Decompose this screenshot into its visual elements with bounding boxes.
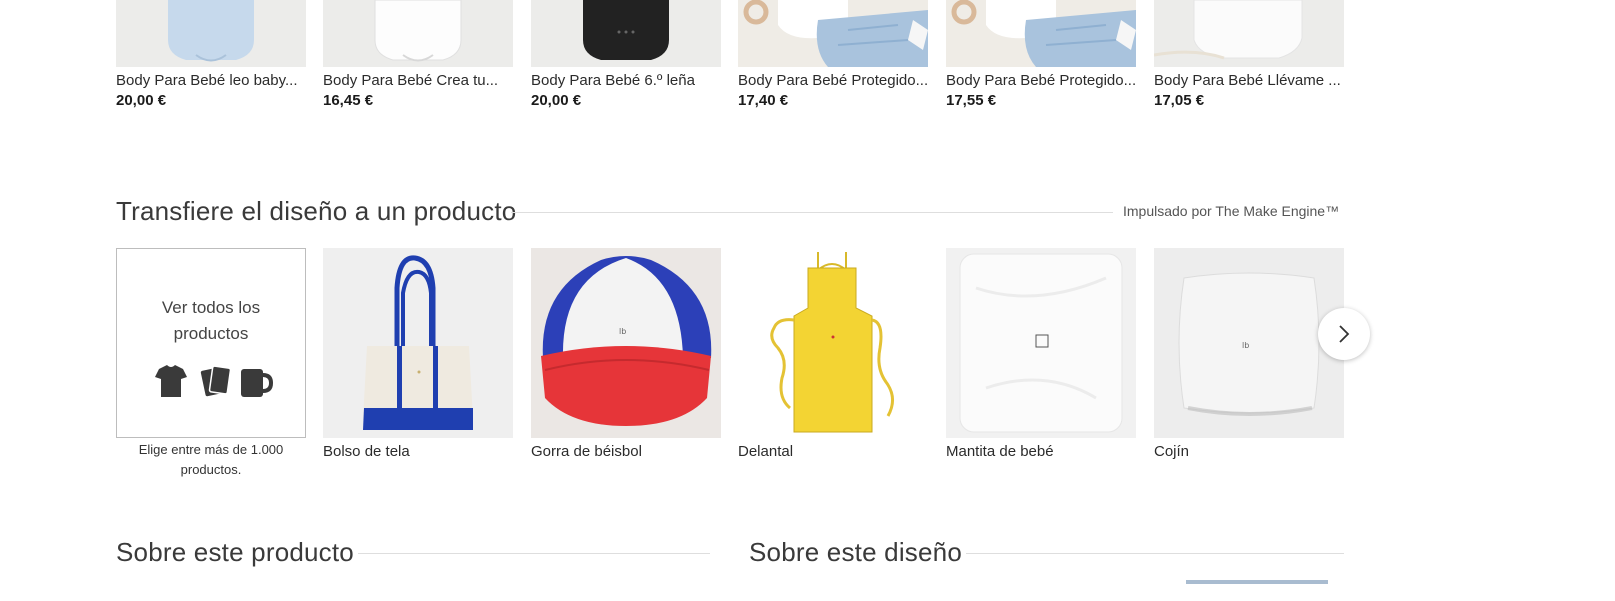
tote-bag-thumbnail[interactable] bbox=[323, 248, 513, 438]
product-title[interactable]: Body Para Bebé Llévame ... bbox=[1154, 72, 1344, 89]
about-product-heading: Sobre este producto bbox=[116, 537, 354, 567]
product-thumbnail[interactable] bbox=[1154, 0, 1344, 67]
product-price: 20,00 € bbox=[116, 92, 167, 109]
product-label[interactable]: Cojín bbox=[1154, 443, 1189, 460]
apron-thumbnail[interactable] bbox=[738, 248, 928, 438]
about-design-heading: Sobre este diseño bbox=[749, 537, 962, 567]
section-divider bbox=[511, 212, 1113, 213]
svg-text:lb: lb bbox=[1242, 341, 1249, 350]
pillow-thumbnail[interactable]: lb bbox=[1154, 248, 1344, 438]
product-price: 17,40 € bbox=[738, 92, 789, 109]
product-label[interactable]: Bolso de tela bbox=[323, 443, 410, 460]
carousel-next-button[interactable] bbox=[1318, 308, 1370, 360]
product-title[interactable]: Body Para Bebé Protegido... bbox=[738, 72, 928, 89]
product-thumbnail[interactable] bbox=[946, 0, 1136, 67]
product-types-icons bbox=[155, 365, 273, 397]
product-title[interactable]: Body Para Bebé leo baby... bbox=[116, 72, 306, 89]
section-divider bbox=[358, 553, 710, 554]
see-all-products-caption: Elige entre más de 1.000 productos. bbox=[138, 442, 284, 477]
product-label[interactable]: Delantal bbox=[738, 443, 793, 460]
see-all-products-label: Ver todos los productos bbox=[161, 298, 261, 343]
product-thumbnail[interactable] bbox=[738, 0, 928, 67]
product-price: 17,55 € bbox=[946, 92, 997, 109]
section-divider bbox=[966, 553, 1344, 554]
tshirt-icon bbox=[155, 365, 187, 397]
design-preview-edge bbox=[1186, 580, 1328, 584]
svg-text:lb: lb bbox=[619, 327, 626, 336]
transfer-section-heading: Transfiere el diseño a un producto bbox=[116, 196, 517, 226]
cap-thumbnail[interactable]: lb bbox=[531, 248, 721, 438]
see-all-products-card[interactable]: Ver todos los productos bbox=[116, 248, 306, 438]
product-price: 17,05 € bbox=[1154, 92, 1205, 109]
cards-icon bbox=[200, 365, 232, 397]
product-price: 16,45 € bbox=[323, 92, 374, 109]
product-title[interactable]: Body Para Bebé Crea tu... bbox=[323, 72, 513, 89]
powered-by-text[interactable]: Impulsado por The Make Engine™ bbox=[1123, 203, 1339, 219]
product-label[interactable]: Gorra de béisbol bbox=[531, 443, 642, 460]
product-price: 20,00 € bbox=[531, 92, 582, 109]
product-thumbnail[interactable] bbox=[323, 0, 513, 67]
mug-icon bbox=[241, 369, 273, 397]
baby-blanket-thumbnail[interactable] bbox=[946, 248, 1136, 438]
chevron-right-icon bbox=[1339, 325, 1350, 343]
product-thumbnail[interactable] bbox=[531, 0, 721, 67]
product-title[interactable]: Body Para Bebé 6.º leña bbox=[531, 72, 721, 89]
product-label[interactable]: Mantita de bebé bbox=[946, 443, 1054, 460]
product-title[interactable]: Body Para Bebé Protegido... bbox=[946, 72, 1136, 89]
product-thumbnail[interactable] bbox=[116, 0, 306, 67]
